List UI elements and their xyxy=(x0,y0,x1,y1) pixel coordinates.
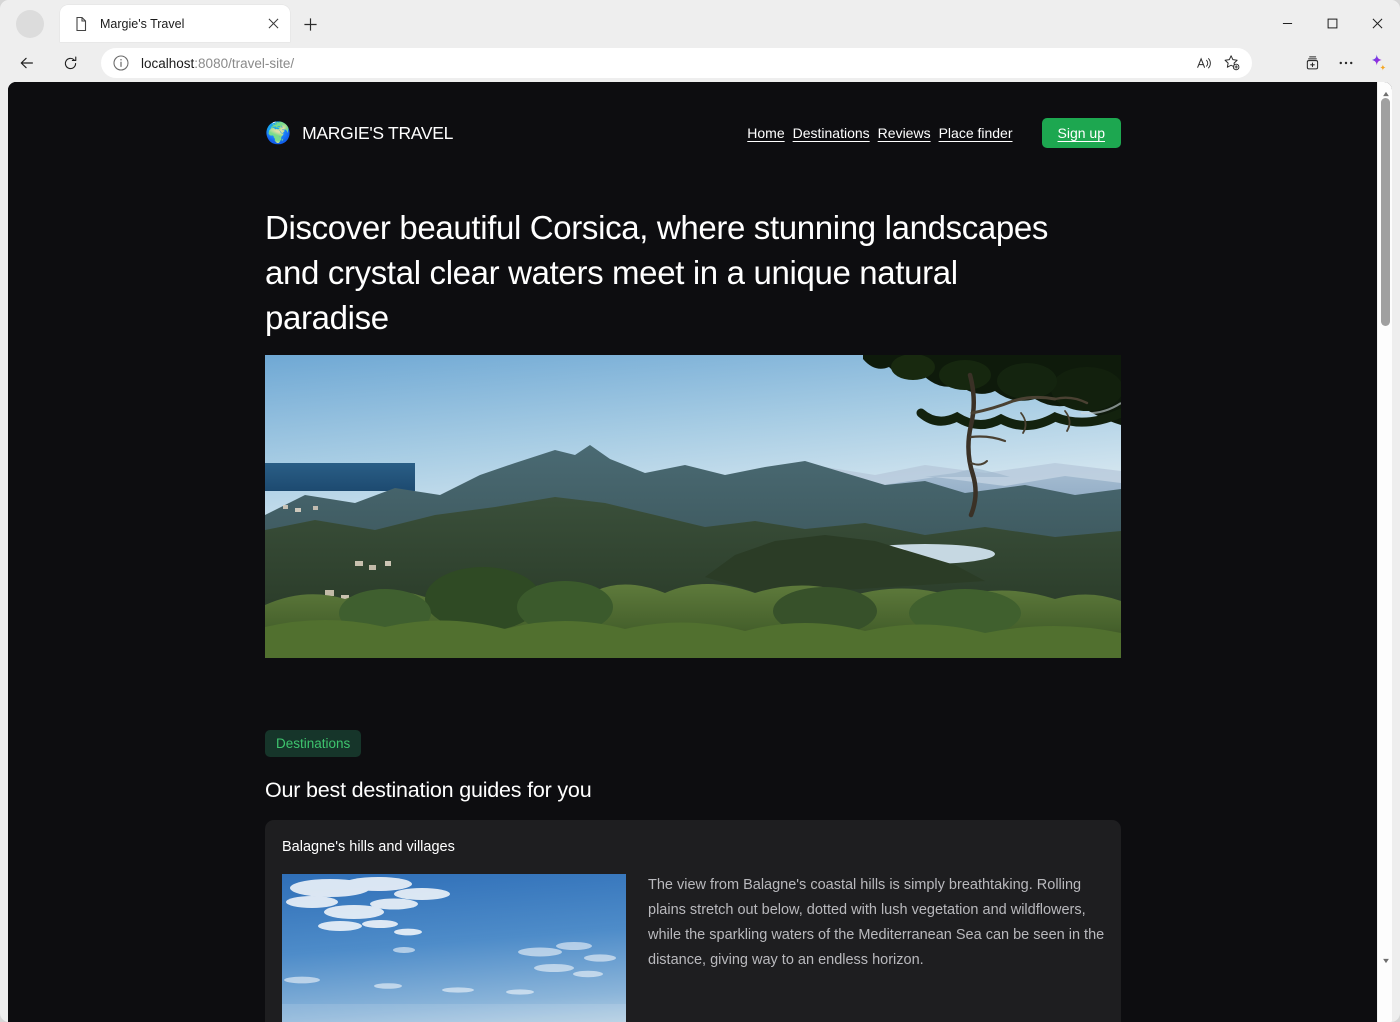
collections-icon[interactable] xyxy=(1298,48,1330,78)
nav-links: Home Destinations Reviews Place finder xyxy=(747,125,1012,141)
window-close-icon[interactable] xyxy=(1355,3,1400,43)
refresh-icon[interactable] xyxy=(56,49,84,77)
maximize-icon[interactable] xyxy=(1310,3,1355,43)
site-header: 🌍 MARGIE'S TRAVEL Home Destinations Revi… xyxy=(265,110,1121,156)
destinations-badge: Destinations xyxy=(265,730,361,757)
plus-icon[interactable] xyxy=(297,11,323,37)
destination-card[interactable]: Balagne's hills and villages xyxy=(265,820,1121,1022)
scrollbar-thumb[interactable] xyxy=(1381,98,1390,326)
page-icon xyxy=(73,16,89,32)
browser-tab[interactable]: Margie's Travel xyxy=(60,5,290,42)
brand-name: MARGIE'S TRAVEL xyxy=(302,123,453,144)
minimize-icon[interactable] xyxy=(1265,3,1310,43)
browser-toolbar: localhost:8080/travel-site/ xyxy=(0,46,1400,80)
section-title: Our best destination guides for you xyxy=(265,778,591,803)
tab-strip: Margie's Travel xyxy=(0,0,1400,46)
close-icon[interactable] xyxy=(261,12,285,36)
address-bar-actions xyxy=(1190,49,1246,77)
more-options-icon[interactable] xyxy=(1330,48,1362,78)
card-body-text: The view from Balagne's coastal hills is… xyxy=(648,873,1106,973)
address-path: :8080/travel-site/ xyxy=(194,56,294,71)
globe-icon: 🌍 xyxy=(265,123,291,144)
add-favorite-star-icon[interactable] xyxy=(1218,49,1246,77)
tab-title: Margie's Travel xyxy=(100,17,261,31)
scroll-down-arrow-icon[interactable] xyxy=(1378,953,1392,968)
window-controls xyxy=(1265,0,1400,46)
card-image xyxy=(282,874,626,1022)
hero-title: Discover beautiful Corsica, where stunni… xyxy=(265,206,1077,341)
address-bar[interactable]: localhost:8080/travel-site/ xyxy=(101,48,1252,78)
nav-link-destinations[interactable]: Destinations xyxy=(793,125,870,141)
toolbar-right-actions xyxy=(1298,48,1394,78)
address-bar-url: localhost:8080/travel-site/ xyxy=(141,56,1190,71)
back-arrow-icon[interactable] xyxy=(13,49,41,77)
profile-avatar-icon[interactable] xyxy=(16,10,44,38)
card-title: Balagne's hills and villages xyxy=(282,839,455,855)
nav-link-place-finder[interactable]: Place finder xyxy=(939,125,1013,141)
hero-image xyxy=(265,355,1121,658)
copilot-sparkle-icon[interactable] xyxy=(1362,48,1394,78)
nav-link-reviews[interactable]: Reviews xyxy=(878,125,931,141)
travel-site-page: 🌍 MARGIE'S TRAVEL Home Destinations Revi… xyxy=(8,82,1377,1022)
site-brand[interactable]: 🌍 MARGIE'S TRAVEL xyxy=(265,123,453,144)
address-host: localhost xyxy=(141,56,194,71)
nav-link-home[interactable]: Home xyxy=(747,125,784,141)
browser-window: Margie's Travel xyxy=(0,0,1400,1022)
info-circle-icon[interactable] xyxy=(112,54,130,72)
site-navigation: Home Destinations Reviews Place finder S… xyxy=(747,110,1121,156)
page-scrollbar[interactable] xyxy=(1377,82,1392,1022)
read-aloud-icon[interactable] xyxy=(1190,49,1218,77)
page-viewport: 🌍 MARGIE'S TRAVEL Home Destinations Revi… xyxy=(8,82,1392,1022)
sign-up-button[interactable]: Sign up xyxy=(1042,118,1121,148)
